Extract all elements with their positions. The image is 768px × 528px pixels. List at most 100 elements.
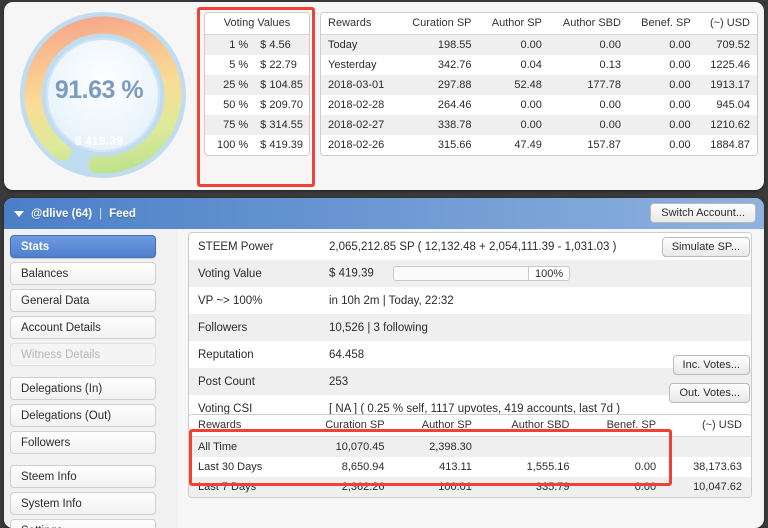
value-cell: 297.88 xyxy=(398,75,479,95)
row-label-cell: 2018-03-01 xyxy=(321,75,399,95)
incoming-votes-button[interactable]: Inc. Votes... xyxy=(672,355,750,375)
app-window: 91.63 % $ 419.39 Voting Values 1 % $ 4.56… xyxy=(0,0,768,528)
sidebar-item-steem-info[interactable]: Steem Info xyxy=(10,465,156,488)
table-row[interactable]: 50 % $ 209.70 xyxy=(205,95,309,115)
voting-power-gauge: 91.63 % $ 419.39 xyxy=(14,8,192,184)
sidebar-item-label: System Info xyxy=(21,498,82,510)
table-header-row: Rewards Curation SP Author SP Author SBD Ben… xyxy=(189,415,751,437)
table-row[interactable]: All Time 10,070.45 2,398.30 xyxy=(189,436,751,457)
row-label-cell: Yesterday xyxy=(321,55,399,75)
table-row[interactable]: 2018-02-27 338.78 0.00 0.00 0.00 1210.62 xyxy=(321,115,757,135)
value-cell: 47.49 xyxy=(478,135,549,155)
table-row[interactable]: 2018-02-28 264.46 0.00 0.00 0.00 945.04 xyxy=(321,95,757,115)
sidebar-nav[interactable]: Stats Balances General Data Account Details… xyxy=(4,229,178,528)
stat-label-vp: VP ~> 100% xyxy=(198,294,263,307)
sidebar-item-followers[interactable]: Followers xyxy=(10,431,156,454)
stat-row-post-count: Post Count 253 xyxy=(189,368,751,395)
stat-label-post-count: Post Count xyxy=(198,375,255,388)
column-header[interactable]: Author SP xyxy=(478,13,549,35)
voting-percent-cell: 25 % xyxy=(205,75,255,95)
table-row[interactable]: 25 % $ 104.85 xyxy=(205,75,309,95)
column-header[interactable]: Author SP xyxy=(393,415,481,437)
sidebar-item-stats[interactable]: Stats xyxy=(10,235,156,258)
value-cell: 0.00 xyxy=(627,75,698,95)
voting-amount-cell: $ 314.55 xyxy=(254,115,309,135)
sidebar-item-label: Account Details xyxy=(21,322,101,334)
stat-label-voting-csi: Voting CSI xyxy=(198,402,253,415)
value-cell: 0.00 xyxy=(478,34,549,55)
column-header[interactable]: Benef. SP xyxy=(627,13,698,35)
simulate-sp-button[interactable]: Simulate SP... xyxy=(661,237,750,257)
value-cell: 413.11 xyxy=(393,457,481,477)
sidebar-item-delegations-in[interactable]: Delegations (In) xyxy=(10,377,156,400)
table-header-row: Voting Values xyxy=(205,13,309,35)
column-header[interactable]: Author SBD xyxy=(480,415,579,437)
table-row[interactable]: 1 % $ 4.56 xyxy=(205,34,309,55)
daily-rewards-table: Rewards Curation SP Author SP Author SBD Ben… xyxy=(320,12,758,156)
voting-amount-cell: $ 22.79 xyxy=(254,55,309,75)
column-header[interactable]: Author SBD xyxy=(548,13,628,35)
row-label-cell: All Time xyxy=(189,436,295,457)
stat-value-vp: in 10h 2m | Today, 22:32 xyxy=(329,294,454,307)
value-cell: 198.55 xyxy=(398,34,479,55)
account-section-label: Feed xyxy=(109,207,136,220)
column-header[interactable]: Rewards xyxy=(321,13,399,35)
gauge-svg xyxy=(20,12,186,178)
table-row[interactable]: Yesterday 342.76 0.04 0.13 0.00 1225.46 xyxy=(321,55,757,75)
sidebar-item-general-data[interactable]: General Data xyxy=(10,289,156,312)
value-cell: 2,398.30 xyxy=(393,436,481,457)
progress-track xyxy=(392,266,528,281)
column-header[interactable]: Curation SP xyxy=(294,415,394,437)
value-cell: 1913.17 xyxy=(697,75,757,95)
row-label-cell: Last 7 Days xyxy=(189,477,295,497)
daily-rewards-grid: Rewards Curation SP Author SP Author SBD Ben… xyxy=(321,13,757,155)
stat-value-followers: 10,526 | 3 following xyxy=(329,321,428,334)
table-row[interactable]: Today 198.55 0.00 0.00 0.00 709.52 xyxy=(321,34,757,55)
sidebar-item-label: Balances xyxy=(21,268,69,280)
table-row[interactable]: Last 7 Days 2,362.26 100.01 335.79 0.00 10,04… xyxy=(189,477,751,497)
sidebar-item-balances[interactable]: Balances xyxy=(10,262,156,285)
column-header[interactable]: Benef. SP xyxy=(578,415,666,437)
outgoing-votes-button[interactable]: Out. Votes... xyxy=(669,383,750,403)
table-row[interactable]: Last 30 Days 8,650.94 413.11 1,555.16 0.00 38… xyxy=(189,457,751,477)
voting-values-grid: Voting Values 1 % $ 4.56 5 % $ 22.79 25 % $ 1… xyxy=(205,13,309,155)
value-cell: 1225.46 xyxy=(697,55,757,75)
sidebar-divider xyxy=(10,370,178,377)
sidebar-item-label: General Data xyxy=(21,295,90,307)
voting-power-progress[interactable]: 100% xyxy=(392,266,571,281)
sidebar-item-label: Followers xyxy=(21,437,71,449)
aggregate-rewards-table: Rewards Curation SP Author SP Author SBD Ben… xyxy=(188,414,752,498)
value-cell: 338.78 xyxy=(398,115,479,135)
account-identity[interactable]: @dlive (64) | Feed xyxy=(14,208,136,220)
table-row[interactable]: 2018-02-26 315.66 47.49 157.87 0.00 1884.87 xyxy=(321,135,757,155)
column-header[interactable]: (~) USD xyxy=(697,13,757,35)
table-row[interactable]: 5 % $ 22.79 xyxy=(205,55,309,75)
sidebar-item-settings[interactable]: Settings xyxy=(10,519,156,528)
value-cell: 10,070.45 xyxy=(294,436,394,457)
switch-account-button[interactable]: Switch Account... xyxy=(650,203,756,223)
sidebar-item-witness-details: Witness Details xyxy=(10,343,156,366)
sidebar-item-account-details[interactable]: Account Details xyxy=(10,316,156,339)
column-header[interactable]: Rewards xyxy=(189,415,295,437)
table-row[interactable]: 2018-03-01 297.88 52.48 177.78 0.00 1913.17 xyxy=(321,75,757,95)
voting-percent-cell: 100 % xyxy=(205,135,255,155)
value-cell xyxy=(480,436,579,457)
stat-row-followers: Followers 10,526 | 3 following xyxy=(189,314,751,341)
column-header[interactable]: Curation SP xyxy=(398,13,479,35)
row-label-cell: Last 30 Days xyxy=(189,457,295,477)
value-cell: 177.78 xyxy=(548,75,628,95)
table-row[interactable]: 75 % $ 314.55 xyxy=(205,115,309,135)
voting-values-table: Voting Values 1 % $ 4.56 5 % $ 22.79 25 % $ 1… xyxy=(204,12,310,156)
stat-label-followers: Followers xyxy=(198,321,248,334)
sidebar-item-system-info[interactable]: System Info xyxy=(10,492,156,515)
value-cell: 335.79 xyxy=(480,477,579,497)
sidebar-item-label: Stats xyxy=(21,241,50,253)
chevron-down-icon[interactable] xyxy=(14,210,24,217)
value-cell: 0.00 xyxy=(627,115,698,135)
column-header[interactable]: (~) USD xyxy=(665,415,751,437)
sidebar-item-label: Delegations (In) xyxy=(21,383,103,395)
voting-percent-cell: 5 % xyxy=(205,55,255,75)
table-row[interactable]: 100 % $ 419.39 xyxy=(205,135,309,155)
sidebar-divider xyxy=(10,458,178,465)
sidebar-item-delegations-out[interactable]: Delegations (Out) xyxy=(10,404,156,427)
